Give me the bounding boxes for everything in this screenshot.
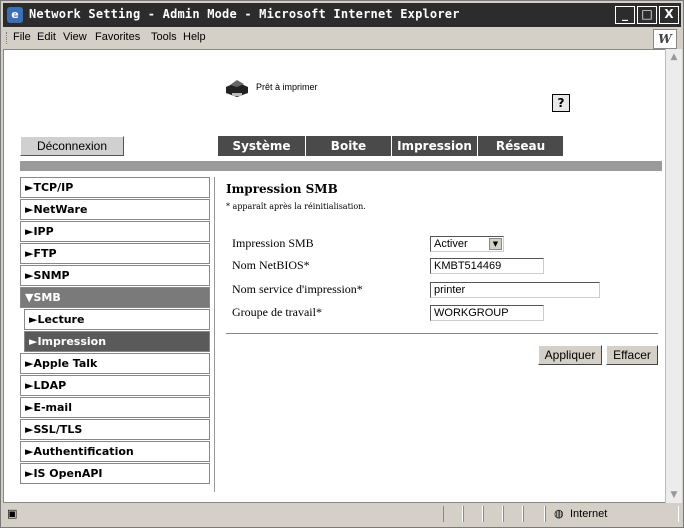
workgroup-input[interactable]: WORKGROUP [430,305,544,321]
sidebar-item-ipp[interactable]: ►IPP [20,221,210,242]
menu-bar: File Edit View Favorites Tools Help [3,29,681,47]
zone-cell: ◍ Internet [545,506,679,522]
sidebar-item-lecture[interactable]: ►Lecture [24,309,210,330]
clear-button[interactable]: Effacer [606,345,658,365]
smb-print-selected-value: Activer [434,238,468,250]
zone-label: Internet [570,508,608,520]
sidebar-item-snmp[interactable]: ►SNMP [20,265,210,286]
header-divider [20,161,662,171]
scroll-down-icon[interactable]: ▼ [666,487,682,503]
menu-edit[interactable]: Edit [37,31,56,43]
minimize-button[interactable]: _ [615,6,635,24]
menu-help[interactable]: Help [183,31,206,43]
menu-tools[interactable]: Tools [151,31,177,43]
browser-window: e Network Setting - Admin Mode - Microso… [0,0,684,528]
globe-icon: ◍ [554,507,564,520]
sidebar-item-smb[interactable]: ▼SMB [20,287,210,308]
print-service-input[interactable]: printer [430,282,600,298]
netbios-label: Nom NetBIOS* [232,258,310,272]
status-bar: ▣ ◍ Internet [3,504,681,526]
ie-icon: e [7,7,23,23]
scroll-up-icon[interactable]: ▲ [666,49,682,65]
sidebar-item-netware[interactable]: ►NetWare [20,199,210,220]
sidebar-item-apple-talk[interactable]: ►Apple Talk [20,353,210,374]
tab-systeme[interactable]: Système [218,136,306,156]
page-icon: ▣ [7,507,18,520]
sidebar-item-email[interactable]: ►E-mail [20,397,210,418]
sidebar-item-impression[interactable]: ►Impression [24,331,210,352]
sidebar-divider [214,177,215,492]
smb-print-label: Impression SMB [232,236,314,250]
status-cell [483,506,503,522]
vertical-scrollbar[interactable]: ▲ ▼ [665,49,682,503]
printer-icon [226,80,248,97]
sidebar-item-ldap[interactable]: ►LDAP [20,375,210,396]
maximize-button[interactable]: □ [637,6,657,24]
sidebar-item-tcpip[interactable]: ►TCP/IP [20,177,210,198]
print-service-label: Nom service d'impression* [232,282,363,296]
menu-file[interactable]: File [13,31,31,43]
smb-print-select[interactable]: Activer ▼ [430,236,504,252]
page-title: Impression SMB [226,182,338,196]
close-button[interactable]: X [659,6,679,24]
dropdown-arrow-icon: ▼ [489,238,502,250]
menu-view[interactable]: View [63,31,87,43]
page-content: Prêt à imprimer ? Déconnexion Système Bo… [3,49,667,503]
sidebar-item-is-openapi[interactable]: ►IS OpenAPI [20,463,210,484]
netbios-input[interactable]: KMBT514469 [430,258,544,274]
help-button[interactable]: ? [552,94,570,112]
status-cell [523,506,545,522]
tab-reseau[interactable]: Réseau [478,136,564,156]
printer-status: Prêt à imprimer [256,82,318,92]
status-cell [503,506,523,522]
toolbar-grip [6,32,9,44]
logout-button[interactable]: Déconnexion [20,136,124,156]
menu-favorites[interactable]: Favorites [95,31,140,43]
status-cell [463,506,483,522]
sidebar-item-authentification[interactable]: ►Authentification [20,441,210,462]
tab-impression[interactable]: Impression [392,136,478,156]
workgroup-label: Groupe de travail* [232,305,322,319]
window-title: Network Setting - Admin Mode - Microsoft… [29,7,460,21]
apply-button[interactable]: Appliquer [538,345,602,365]
reset-note: * apparaît après la réinitialisation. [226,202,366,211]
sidebar-item-ftp[interactable]: ►FTP [20,243,210,264]
windows-logo-icon: W [653,29,677,49]
sidebar-item-ssl-tls[interactable]: ►SSL/TLS [20,419,210,440]
form-divider [226,333,658,334]
title-bar: e Network Setting - Admin Mode - Microso… [3,3,681,27]
tab-boite[interactable]: Boite [306,136,392,156]
status-cell [443,506,463,522]
